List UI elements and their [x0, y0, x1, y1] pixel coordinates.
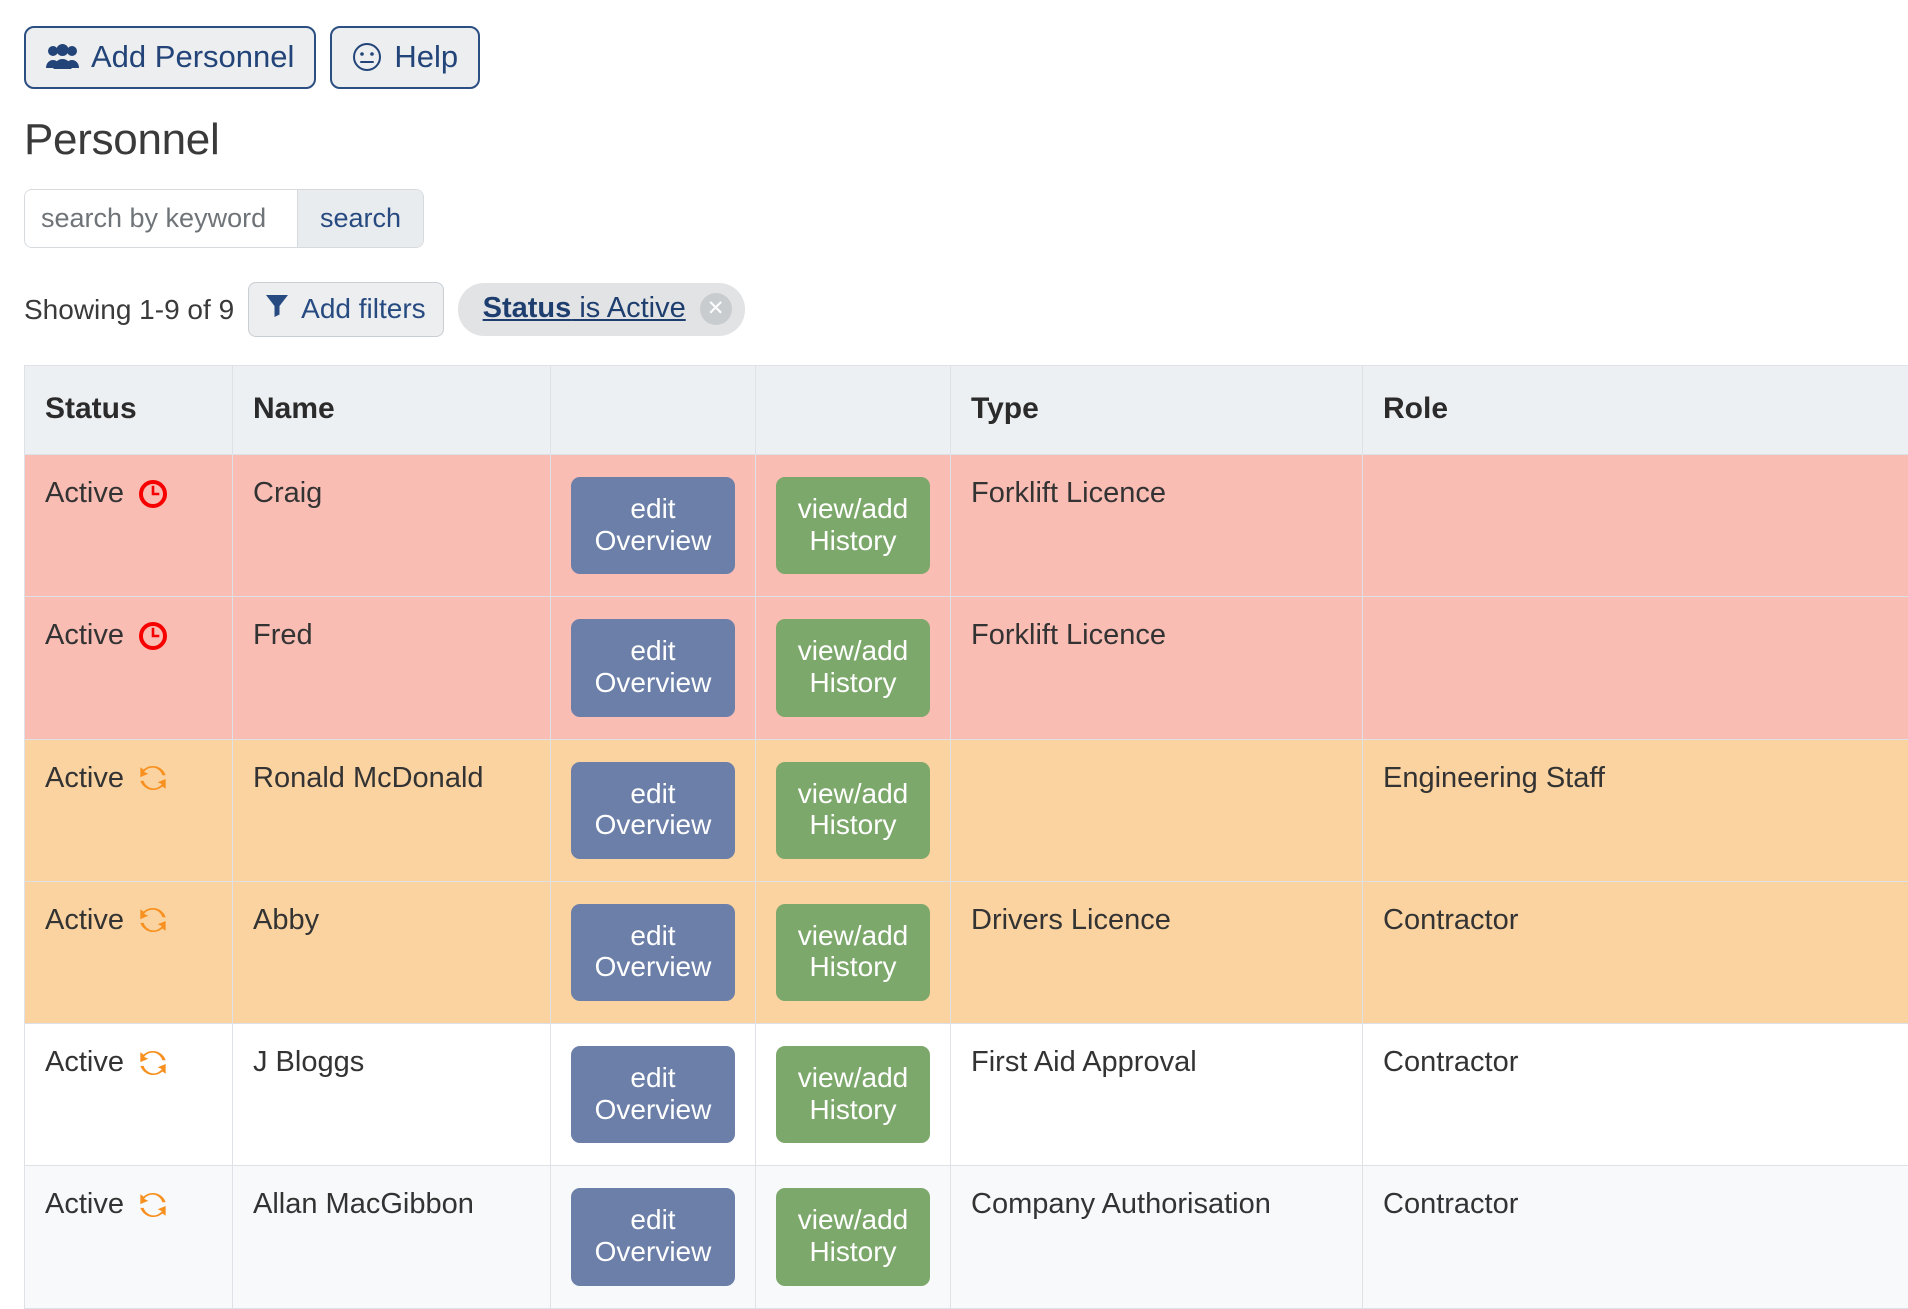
cell-role: Contractor: [1363, 881, 1908, 1023]
status-label: Active: [45, 477, 124, 510]
clock-icon: [138, 479, 168, 509]
cell-type: [951, 739, 1363, 881]
users-icon: [46, 44, 79, 70]
showing-count: Showing 1-9 of 9: [24, 294, 234, 326]
edit-overview-button[interactable]: editOverview: [571, 1188, 735, 1285]
cell-name: Ronald McDonald: [233, 739, 551, 881]
table-row: Active CraigeditOverview view/addHistoryFo…: [25, 455, 1908, 597]
sync-icon: [138, 1190, 168, 1220]
cell-status: Active: [25, 739, 233, 881]
filter-chip-value: is Active: [571, 292, 685, 324]
cell-edit-overview: editOverview: [551, 597, 756, 739]
personnel-table-wrapper: Status Name Type Role ActiveCraigeditOve…: [24, 365, 1908, 1309]
add-filters-label: Add filters: [301, 293, 426, 325]
filter-chip-key: Status: [483, 292, 572, 324]
search-input[interactable]: [25, 190, 297, 247]
view-add-history-button[interactable]: view/addHistory: [776, 477, 930, 574]
view-add-history-button[interactable]: view/addHistory: [776, 1188, 930, 1285]
cell-status: Active: [25, 1024, 233, 1166]
edit-overview-button[interactable]: editOverview: [571, 1046, 735, 1143]
help-button[interactable]: Help: [330, 26, 480, 89]
sync-icon: [138, 763, 168, 793]
cell-view-add-history: view/addHistory: [756, 597, 951, 739]
column-header-type[interactable]: Type: [951, 366, 1363, 455]
smiley-face-icon: [352, 42, 382, 72]
table-row: Active Allan MacGibboneditOverview view/ad…: [25, 1166, 1908, 1308]
personnel-table: Status Name Type Role ActiveCraigeditOve…: [24, 365, 1908, 1309]
cell-view-add-history: view/addHistory: [756, 455, 951, 597]
status-label: Active: [45, 1046, 124, 1079]
clock-icon: [138, 621, 168, 651]
table-row: Active J BloggseditOverview view/addHistor…: [25, 1024, 1908, 1166]
column-header-history: [756, 366, 951, 455]
cell-role: Engineering Staff: [1363, 739, 1908, 881]
cell-view-add-history: view/addHistory: [756, 1024, 951, 1166]
cell-type: First Aid Approval: [951, 1024, 1363, 1166]
cell-view-add-history: view/addHistory: [756, 881, 951, 1023]
cell-name: J Bloggs: [233, 1024, 551, 1166]
sync-icon: [138, 905, 168, 935]
cell-edit-overview: editOverview: [551, 455, 756, 597]
search-button[interactable]: search: [297, 190, 423, 247]
table-row: Active Ronald McDonaldeditOverview view/ad…: [25, 739, 1908, 881]
cell-edit-overview: editOverview: [551, 1166, 756, 1308]
search-bar: search: [24, 189, 424, 248]
edit-overview-button[interactable]: editOverview: [571, 477, 735, 574]
sync-icon: [138, 1048, 168, 1078]
cell-role: [1363, 597, 1908, 739]
table-row: Active FrededitOverview view/addHistoryFor…: [25, 597, 1908, 739]
view-add-history-button[interactable]: view/addHistory: [776, 762, 930, 859]
cell-role: Contractor: [1363, 1166, 1908, 1308]
edit-overview-button[interactable]: editOverview: [571, 619, 735, 716]
column-header-name[interactable]: Name: [233, 366, 551, 455]
status-label: Active: [45, 1188, 124, 1221]
help-label: Help: [394, 41, 458, 72]
cell-status: Active: [25, 597, 233, 739]
cell-edit-overview: editOverview: [551, 739, 756, 881]
edit-overview-button[interactable]: editOverview: [571, 904, 735, 1001]
table-row: Active AbbyeditOverview view/addHistoryDri…: [25, 881, 1908, 1023]
remove-filter-icon[interactable]: ✕: [700, 293, 732, 325]
page-title: Personnel: [24, 115, 1908, 165]
cell-type: Drivers Licence: [951, 881, 1363, 1023]
table-body: ActiveCraigeditOverviewview/addHistoryFo…: [25, 455, 1908, 1309]
add-personnel-button[interactable]: Add Personnel: [24, 26, 316, 89]
cell-status: Active: [25, 1166, 233, 1308]
cell-view-add-history: view/addHistory: [756, 739, 951, 881]
edit-overview-button[interactable]: editOverview: [571, 762, 735, 859]
column-header-status[interactable]: Status: [25, 366, 233, 455]
cell-type: Company Authorisation: [951, 1166, 1363, 1308]
cell-role: Contractor: [1363, 1024, 1908, 1166]
filter-row: Showing 1-9 of 9 Add filters Status is A…: [24, 282, 1908, 337]
cell-name: Fred: [233, 597, 551, 739]
status-label: Active: [45, 904, 124, 937]
cell-name: Craig: [233, 455, 551, 597]
cell-status: Active: [25, 455, 233, 597]
top-toolbar: Add Personnel Help: [24, 26, 1908, 89]
cell-name: Allan MacGibbon: [233, 1166, 551, 1308]
cell-type: Forklift Licence: [951, 455, 1363, 597]
cell-edit-overview: editOverview: [551, 1024, 756, 1166]
filter-chip-status[interactable]: Status is Active ✕: [458, 283, 745, 336]
cell-name: Abby: [233, 881, 551, 1023]
personnel-page: Add Personnel Help Personnel search Show…: [0, 0, 1908, 1309]
funnel-icon: [264, 292, 290, 325]
add-personnel-label: Add Personnel: [91, 41, 294, 72]
cell-view-add-history: view/addHistory: [756, 1166, 951, 1308]
cell-type: Forklift Licence: [951, 597, 1363, 739]
view-add-history-button[interactable]: view/addHistory: [776, 1046, 930, 1143]
status-label: Active: [45, 762, 124, 795]
cell-status: Active: [25, 881, 233, 1023]
add-filters-button[interactable]: Add filters: [248, 282, 444, 337]
view-add-history-button[interactable]: view/addHistory: [776, 619, 930, 716]
column-header-edit: [551, 366, 756, 455]
cell-edit-overview: editOverview: [551, 881, 756, 1023]
status-label: Active: [45, 619, 124, 652]
cell-role: [1363, 455, 1908, 597]
column-header-role[interactable]: Role: [1363, 366, 1908, 455]
view-add-history-button[interactable]: view/addHistory: [776, 904, 930, 1001]
table-header-row: Status Name Type Role: [25, 366, 1908, 455]
